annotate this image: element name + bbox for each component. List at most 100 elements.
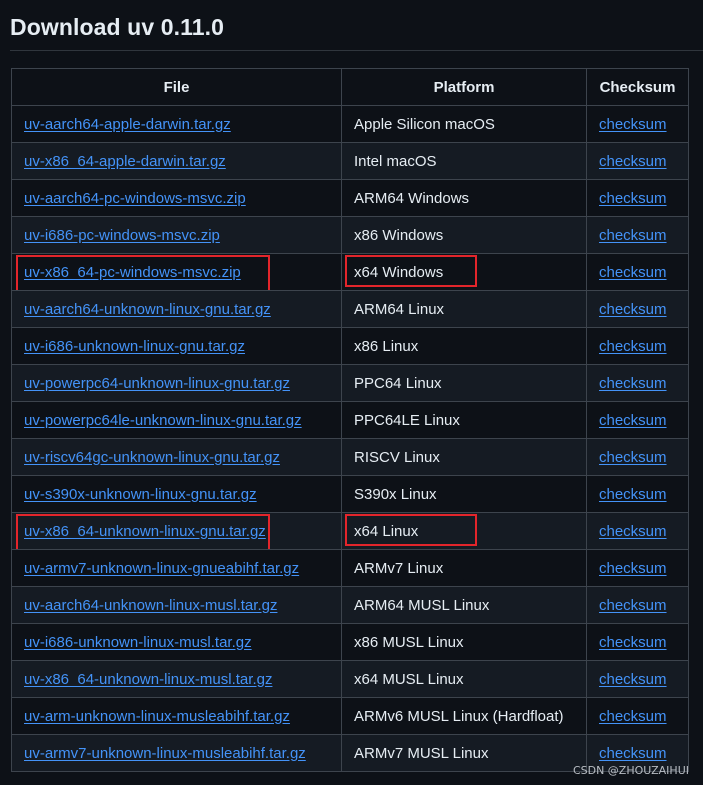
checksum-cell: checksum [586, 660, 689, 698]
table-header-row: File Platform Checksum [11, 68, 689, 106]
checksum-cell: checksum [586, 586, 689, 624]
platform-cell: PPC64 Linux [341, 364, 587, 402]
file-cell: uv-i686-pc-windows-msvc.zip [11, 216, 342, 254]
table-row: uv-aarch64-pc-windows-msvc.zip ARM64 Wind… [11, 179, 689, 217]
file-cell: uv-aarch64-pc-windows-msvc.zip [11, 179, 342, 217]
checksum-link[interactable]: checksum [599, 412, 667, 429]
file-download-link[interactable]: uv-i686-unknown-linux-musl.tar.gz [24, 634, 252, 651]
table-row: uv-armv7-unknown-linux-gnueabihf.tar.gz A… [11, 549, 689, 587]
title-divider [10, 50, 703, 51]
file-download-link[interactable]: uv-s390x-unknown-linux-gnu.tar.gz [24, 486, 257, 503]
page-title: Download uv 0.11.0 [10, 14, 224, 40]
platform-label: x86 MUSL Linux [354, 633, 464, 651]
checksum-cell: checksum [586, 438, 689, 476]
checksum-link[interactable]: checksum [599, 597, 667, 614]
platform-label: x64 Linux [354, 522, 419, 540]
table-row: uv-i686-pc-windows-msvc.zip x86 Windows ch… [11, 216, 689, 254]
table-row: uv-i686-unknown-linux-musl.tar.gz x86 MUS… [11, 623, 689, 661]
platform-label: S390x Linux [354, 485, 437, 503]
file-cell: uv-s390x-unknown-linux-gnu.tar.gz [11, 475, 342, 513]
platform-cell: Apple Silicon macOS [341, 105, 587, 143]
platform-cell: S390x Linux [341, 475, 587, 513]
table-row: uv-aarch64-unknown-linux-musl.tar.gz ARM6… [11, 586, 689, 624]
file-cell: uv-powerpc64-unknown-linux-gnu.tar.gz [11, 364, 342, 402]
checksum-link[interactable]: checksum [599, 116, 667, 133]
platform-cell: x86 Linux [341, 327, 587, 365]
checksum-cell: checksum [586, 623, 689, 661]
platform-label: RISCV Linux [354, 448, 440, 466]
column-header-checksum: Checksum [586, 68, 689, 106]
checksum-link[interactable]: checksum [599, 671, 667, 688]
file-download-link[interactable]: uv-x86_64-unknown-linux-gnu.tar.gz [24, 523, 266, 540]
table-row: uv-x86_64-unknown-linux-musl.tar.gz x64 M… [11, 660, 689, 698]
platform-label: ARMv7 MUSL Linux [354, 744, 489, 762]
column-header-file: File [11, 68, 342, 106]
platform-label: ARM64 Linux [354, 300, 445, 318]
platform-label: x64 Windows [354, 263, 444, 281]
checksum-cell: checksum [586, 179, 689, 217]
platform-cell: ARM64 MUSL Linux [341, 586, 587, 624]
platform-cell: PPC64LE Linux [341, 401, 587, 439]
file-download-link[interactable]: uv-riscv64gc-unknown-linux-gnu.tar.gz [24, 449, 280, 466]
platform-label: x86 Linux [354, 337, 419, 355]
file-cell: uv-powerpc64le-unknown-linux-gnu.tar.gz [11, 401, 342, 439]
platform-label: ARMv7 Linux [354, 559, 444, 577]
platform-cell: Intel macOS [341, 142, 587, 180]
checksum-link[interactable]: checksum [599, 486, 667, 503]
checksum-link[interactable]: checksum [599, 227, 667, 244]
checksum-link[interactable]: checksum [599, 745, 667, 762]
checksum-cell: checksum [586, 475, 689, 513]
checksum-link[interactable]: checksum [599, 634, 667, 651]
file-download-link[interactable]: uv-x86_64-pc-windows-msvc.zip [24, 264, 241, 281]
downloads-table: File Platform Checksum uv-aarch64-apple-… [11, 68, 689, 772]
file-download-link[interactable]: uv-armv7-unknown-linux-musleabihf.tar.gz [24, 745, 306, 762]
file-cell: uv-i686-unknown-linux-musl.tar.gz [11, 623, 342, 661]
platform-cell: ARMv7 Linux [341, 549, 587, 587]
table-row: uv-aarch64-apple-darwin.tar.gz Apple Sili… [11, 105, 689, 143]
file-download-link[interactable]: uv-powerpc64-unknown-linux-gnu.tar.gz [24, 375, 290, 392]
platform-cell: x86 Windows [341, 216, 587, 254]
file-download-link[interactable]: uv-i686-unknown-linux-gnu.tar.gz [24, 338, 245, 355]
platform-label: PPC64LE Linux [354, 411, 460, 429]
platform-label: Intel macOS [354, 152, 437, 170]
platform-label: Apple Silicon macOS [354, 115, 495, 133]
checksum-cell: checksum [586, 142, 689, 180]
file-download-link[interactable]: uv-armv7-unknown-linux-gnueabihf.tar.gz [24, 560, 299, 577]
file-download-link[interactable]: uv-aarch64-pc-windows-msvc.zip [24, 190, 246, 207]
file-download-link[interactable]: uv-i686-pc-windows-msvc.zip [24, 227, 220, 244]
checksum-link[interactable]: checksum [599, 449, 667, 466]
checksum-cell: checksum [586, 253, 689, 291]
checksum-link[interactable]: checksum [599, 338, 667, 355]
checksum-link[interactable]: checksum [599, 523, 667, 540]
table-row: uv-x86_64-pc-windows-msvc.zip x64 Windows… [11, 253, 689, 291]
file-download-link[interactable]: uv-aarch64-unknown-linux-gnu.tar.gz [24, 301, 271, 318]
file-cell: uv-x86_64-pc-windows-msvc.zip [11, 253, 342, 291]
table-row: uv-powerpc64le-unknown-linux-gnu.tar.gz P… [11, 401, 689, 439]
file-download-link[interactable]: uv-arm-unknown-linux-musleabihf.tar.gz [24, 708, 290, 725]
table-row: uv-riscv64gc-unknown-linux-gnu.tar.gz RIS… [11, 438, 689, 476]
file-download-link[interactable]: uv-aarch64-apple-darwin.tar.gz [24, 116, 231, 133]
watermark: CSDN @ZHOUZAIHUI [572, 764, 689, 777]
file-download-link[interactable]: uv-aarch64-unknown-linux-musl.tar.gz [24, 597, 277, 614]
file-cell: uv-x86_64-unknown-linux-musl.tar.gz [11, 660, 342, 698]
checksum-link[interactable]: checksum [599, 375, 667, 392]
platform-cell: x86 MUSL Linux [341, 623, 587, 661]
checksum-link[interactable]: checksum [599, 301, 667, 318]
checksum-link[interactable]: checksum [599, 264, 667, 281]
file-download-link[interactable]: uv-x86_64-apple-darwin.tar.gz [24, 153, 226, 170]
platform-cell: x64 Windows [341, 253, 587, 291]
platform-cell: x64 MUSL Linux [341, 660, 587, 698]
file-download-link[interactable]: uv-powerpc64le-unknown-linux-gnu.tar.gz [24, 412, 302, 429]
file-download-link[interactable]: uv-x86_64-unknown-linux-musl.tar.gz [24, 671, 272, 688]
checksum-cell: checksum [586, 216, 689, 254]
table-row: uv-aarch64-unknown-linux-gnu.tar.gz ARM64… [11, 290, 689, 328]
checksum-cell: checksum [586, 549, 689, 587]
checksum-link[interactable]: checksum [599, 153, 667, 170]
checksum-cell: checksum [586, 512, 689, 550]
table-row: uv-i686-unknown-linux-gnu.tar.gz x86 Linu… [11, 327, 689, 365]
checksum-link[interactable]: checksum [599, 560, 667, 577]
checksum-link[interactable]: checksum [599, 708, 667, 725]
table-row: uv-arm-unknown-linux-musleabihf.tar.gz AR… [11, 697, 689, 735]
table-row: uv-powerpc64-unknown-linux-gnu.tar.gz PPC… [11, 364, 689, 402]
checksum-link[interactable]: checksum [599, 190, 667, 207]
